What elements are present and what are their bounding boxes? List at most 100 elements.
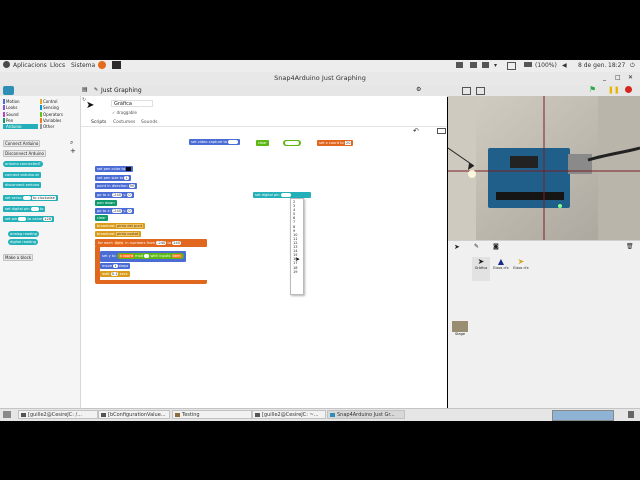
stage-thumbnail[interactable]: Stage [452,321,468,341]
sprite-name-field[interactable]: Gràfica [111,100,153,107]
wait-input[interactable]: 0.1 [110,272,119,276]
disconnect-arduino-button[interactable]: Disconnect Arduino [3,150,46,157]
mod-toggle[interactable] [144,254,150,258]
set-servo-block[interactable]: set servo to clockwise [3,195,58,201]
tray-icon-3[interactable] [482,62,489,68]
taskbar-item[interactable]: Testing [172,410,252,419]
undo-icon[interactable]: ↶ [413,127,419,135]
category-sound[interactable]: Sound [3,111,38,117]
firefox-icon[interactable] [98,61,106,69]
set-video-block[interactable]: set video capture to [189,139,241,145]
apps-icon[interactable] [3,61,10,68]
paint-brush-icon[interactable]: ✎ [474,243,479,250]
tab-costumes[interactable]: Costumes [113,120,135,125]
go-to-x-input-2[interactable]: -240 [111,209,123,213]
set-digital-pin-block[interactable]: set digital pin to [3,206,46,212]
category-other[interactable]: Other [40,124,75,130]
keyboard-icon[interactable] [437,128,446,134]
taskbar-item[interactable]: [guille2@CesireJC: ~... [252,410,326,419]
add-block-icon[interactable]: + [70,147,76,155]
category-looks[interactable]: Looks [3,105,38,111]
arduino-connected-block[interactable]: arduino connected? [3,161,43,167]
tray-icon-2[interactable] [470,62,477,68]
settings-icon[interactable]: ⚙ [416,86,421,93]
set-y-block[interactable]: set y to x coord mod with inputs item [100,251,186,262]
draggable-checkbox[interactable]: ✓ draggable [112,110,137,115]
menu-system[interactable]: Sistema [71,62,95,69]
green-flag-icon[interactable]: ⚑ [589,85,596,94]
broadcast-block-2[interactable]: broadcast pinta costat [95,231,142,237]
category-variables[interactable]: Variables [40,117,75,123]
taskbar-item[interactable]: [guille2@CesireJC: /... [18,410,98,419]
go-to-y-input-1[interactable]: 0 [127,193,132,197]
pin-option-19[interactable]: 19 [291,270,303,274]
pen-size-input[interactable]: 1 [124,176,129,180]
set-pin-value-block[interactable]: set pin to value 128 [3,216,55,222]
taskbar-item[interactable]: [bConfigurationValue... [98,410,170,419]
go-to-x-input-1[interactable]: -240 [111,193,123,197]
tab-scripts[interactable]: Scripts [91,120,106,125]
pen-down-block[interactable]: pen down [95,200,117,206]
clock-date[interactable]: 8 de gen. [578,62,606,69]
category-sensing[interactable]: Sensing [40,105,75,111]
set-xcoord-block[interactable]: set x coord to 20 [317,140,354,146]
clear-block-loose[interactable]: clear [256,140,269,146]
go-to-y-input-2[interactable]: 0 [127,209,132,213]
broadcast-block-1[interactable]: broadcast pinta del punt [95,223,146,229]
digital-reading-block[interactable]: digital reading [8,239,38,245]
go-to-block-1[interactable]: go to x: -240 y: 0 [95,192,134,198]
category-operators[interactable]: Operators [40,111,75,117]
sprite-item[interactable]: ➤ Eixos d'x [512,257,530,281]
category-control[interactable]: Control [40,99,75,104]
pause-icon[interactable]: ❚❚ [608,86,620,94]
pin-dropdown[interactable] [18,217,27,221]
clear-block[interactable]: clear [95,215,108,221]
point-direction-block[interactable]: point in direction 90 [95,183,138,189]
for-each-item-var[interactable]: item [113,241,125,245]
mail-icon[interactable] [507,62,516,70]
category-pen[interactable]: Pen [3,117,38,123]
stage-full-icon[interactable] [476,87,485,95]
minimize-icon[interactable]: _ [603,74,606,81]
for-each-to-input[interactable]: 240 [172,241,182,245]
servo-dir-dropdown[interactable]: to clockwise [31,196,56,200]
for-each-from-input[interactable]: -240 [156,241,167,245]
volume-icon[interactable]: ◀ [562,62,567,69]
workspace-switcher[interactable] [552,410,614,421]
make-a-block-button[interactable]: Make a block [3,254,34,261]
broadcast-msg-2[interactable]: pinta costat [115,232,140,236]
sprite-item[interactable]: ▲ Eixos d'x [492,257,510,281]
stage-small-icon[interactable] [462,87,471,95]
scripts-area[interactable]: ➤ ↻ Gràfica ✓ draggable Scripts Costumes… [81,96,447,408]
stage[interactable] [448,96,640,240]
go-to-block-2[interactable]: go to x: -240 y: 0 [95,208,134,214]
turtle-icon[interactable]: ➤ [454,243,460,251]
pin-dropdown-menu[interactable]: 2 3 4 5 6 7 8 9 10 11 12 13 14 15 16 17 18 19 [290,198,304,295]
trash-icon[interactable]: 🗑 [626,243,634,250]
category-motion[interactable]: Motion [3,99,38,104]
for-each-block[interactable]: for each item in numbers from -240 to 24… [95,239,207,285]
xcoord-input[interactable]: 20 [344,141,352,145]
taskbar-item-active[interactable]: Snap4Arduino Just Gr... [327,410,405,419]
search-icon[interactable]: ⌕ [70,139,73,147]
clock-time[interactable]: 18:27 [608,62,625,69]
item-reporter[interactable]: item [171,254,182,258]
xcoord-reporter[interactable]: x coord mod with inputs item [116,253,184,259]
trash-icon[interactable] [628,411,634,418]
close-icon[interactable]: ✕ [628,74,633,81]
disconnect-arduino-block[interactable]: disconnect arduino [3,182,42,188]
set-pen-color-block[interactable]: set pen color to [95,166,134,172]
sprite-item[interactable]: ➤ Gràfica [472,257,490,281]
tray-icon-1[interactable] [456,62,463,68]
direction-input[interactable]: 90 [128,184,136,188]
tab-sounds[interactable]: Sounds [141,120,158,125]
camera-icon[interactable]: ◙ [493,243,499,250]
terminal-icon[interactable] [112,61,121,69]
analog-reading-block[interactable]: analog reading [8,231,39,237]
video-toggle[interactable] [228,140,239,144]
broadcast-msg-1[interactable]: pinta del punt [115,224,144,228]
connect-arduino-button[interactable]: Connect Arduino [3,140,41,147]
menu-places[interactable]: Llocs [50,62,65,69]
move-block[interactable]: move 1 steps [100,263,131,269]
category-arduino[interactable]: Arduino [3,124,38,130]
